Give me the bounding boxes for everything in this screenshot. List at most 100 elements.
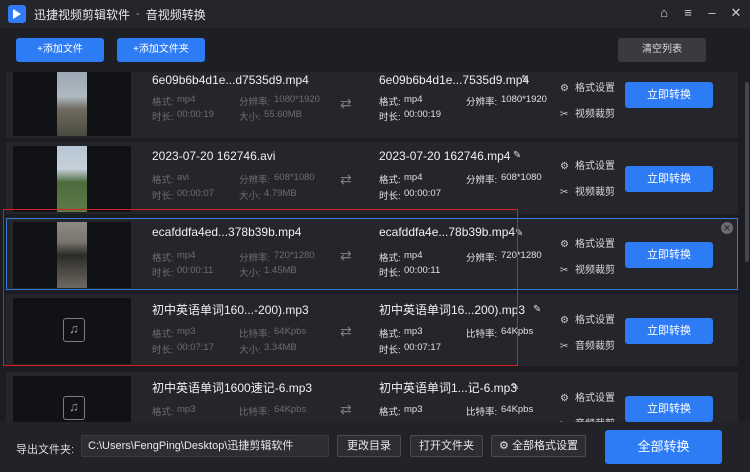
source-duration: 00:00:11 [177, 265, 214, 276]
crop-button[interactable]: ✂ 视频裁剪 [560, 105, 615, 120]
gear-icon: ⚙ [560, 161, 569, 172]
edit-icon[interactable]: ✎ [511, 382, 519, 393]
convert-all-button[interactable]: 全部转换 [605, 430, 722, 464]
remove-file-icon[interactable]: ✕ [721, 222, 733, 234]
format-settings-button[interactable]: ⚙ 格式设置 [560, 235, 615, 250]
file-row[interactable]: ♫ 初中英语单词1600速记-6.mp3 格式: mp3 比特率: 64Kpbs… [6, 372, 738, 428]
clear-list-button[interactable]: 清空列表 [618, 38, 706, 62]
output-bitrate: 64Kpbs [501, 404, 534, 415]
output-duration-label: 时长: [379, 345, 401, 356]
source-file-name: 初中英语单词160...-200).mp3 [152, 303, 309, 317]
source-bitrate-label: 比特率: [239, 407, 271, 418]
output-format-label: 格式: [379, 329, 401, 340]
output-duration: 00:00:11 [404, 265, 441, 276]
source-bitrate: 64Kpbs [274, 326, 307, 337]
video-thumbnail [13, 146, 131, 212]
file-row-selected[interactable]: ecafddfa4ed...378b39b.mp4 格式: mp4 分辨率: 7… [6, 218, 738, 290]
output-format-label: 格式: [379, 97, 401, 108]
source-format: mp3 [177, 404, 196, 415]
convert-now-button[interactable]: 立即转换 [625, 396, 713, 422]
file-row[interactable]: ♫ 初中英语单词160...-200).mp3 格式: mp3 比特率: 64K… [6, 294, 738, 366]
convert-now-button[interactable]: 立即转换 [625, 242, 713, 268]
source-size-label: 大小: [239, 268, 261, 279]
gear-icon: ⚙ [499, 440, 512, 452]
page-title: 音视频转换 [145, 7, 206, 22]
crop-button[interactable]: ✂ 音频裁剪 [560, 337, 615, 352]
all-format-settings-button[interactable]: ⚙ 全部格式设置 [491, 435, 586, 457]
add-file-button[interactable]: +添加文件 [16, 38, 104, 62]
toolbar: +添加文件 +添加文件夹 清空列表 [0, 28, 750, 72]
format-settings-label: 格式设置 [575, 161, 615, 172]
edit-icon[interactable]: ✎ [515, 228, 523, 239]
add-folder-button[interactable]: +添加文件夹 [117, 38, 205, 62]
crop-button[interactable]: ✂ 视频裁剪 [560, 183, 615, 198]
output-res-label: 分辨率: [466, 97, 498, 108]
source-format: mp4 [177, 94, 196, 105]
source-duration-label: 时长: [152, 112, 174, 123]
format-settings-label: 格式设置 [575, 239, 615, 250]
title-bar: 迅捷视频剪辑软件 - 音视频转换 ⌂ ≡ – ✕ [0, 0, 750, 28]
source-format: mp3 [177, 326, 196, 337]
close-icon[interactable]: ✕ [728, 4, 744, 22]
source-format-label: 格式: [152, 253, 174, 264]
output-duration: 00:00:19 [404, 109, 441, 120]
source-res-label: 分辨率: [239, 97, 271, 108]
source-duration-label: 时长: [152, 345, 174, 356]
output-duration-label: 时长: [379, 112, 401, 123]
convert-now-button[interactable]: 立即转换 [625, 318, 713, 344]
output-file-name: 6e09b6b4d1e...7535d9.mp4 [379, 73, 530, 87]
file-row[interactable]: 2023-07-20 162746.avi 格式: avi 分辨率: 608*1… [6, 142, 738, 214]
audio-thumbnail: ♫ [13, 298, 131, 364]
all-format-settings-label: 全部格式设置 [511, 440, 578, 452]
video-thumbnail [13, 72, 131, 136]
source-duration: 00:00:07 [177, 188, 214, 199]
change-directory-button[interactable]: 更改目录 [337, 435, 401, 457]
window-controls: ⌂ ≡ – ✕ [656, 4, 744, 22]
format-settings-button[interactable]: ⚙ 格式设置 [560, 79, 615, 94]
source-size: 55.60MB [264, 109, 303, 120]
convert-now-button[interactable]: 立即转换 [625, 166, 713, 192]
crop-button[interactable]: ✂ 视频裁剪 [560, 261, 615, 276]
convert-now-button[interactable]: 立即转换 [625, 82, 713, 108]
output-format: mp3 [404, 326, 423, 337]
output-res-label: 分辨率: [466, 253, 498, 264]
convert-arrow-icon: ⇄ [340, 247, 352, 263]
crop-label: 视频裁剪 [575, 187, 615, 198]
export-path-field[interactable]: C:\Users\FengPing\Desktop\迅捷剪辑软件 [81, 435, 329, 457]
open-folder-button[interactable]: 打开文件夹 [410, 435, 483, 457]
gear-icon: ⚙ [560, 393, 569, 404]
scissors-icon: ✂ [560, 341, 569, 352]
app-title: 迅捷视频剪辑软件 [34, 7, 131, 22]
edit-icon[interactable]: ✎ [513, 150, 521, 161]
source-duration: 00:00:19 [177, 109, 214, 120]
output-res-label: 分辨率: [466, 175, 498, 186]
minimize-icon[interactable]: – [704, 4, 720, 22]
edit-icon[interactable]: ✎ [521, 74, 529, 85]
source-bitrate: 64Kpbs [274, 404, 307, 415]
source-size-label: 大小: [239, 191, 261, 202]
edit-icon[interactable]: ✎ [533, 304, 541, 315]
convert-arrow-icon: ⇄ [340, 95, 352, 111]
format-settings-button[interactable]: ⚙ 格式设置 [560, 389, 615, 404]
list-scrollbar[interactable] [744, 72, 750, 428]
source-size: 3.34MB [264, 342, 297, 353]
file-row[interactable]: 6e09b6b4d1e...d7535d9.mp4 格式: mp4 分辨率: 1… [6, 72, 738, 138]
output-duration-label: 时长: [379, 268, 401, 279]
crop-label: 视频裁剪 [575, 265, 615, 276]
output-resolution: 608*1080 [501, 172, 542, 183]
export-folder-label: 导出文件夹: [16, 444, 75, 456]
scissors-icon: ✂ [560, 265, 569, 276]
output-format-label: 格式: [379, 407, 401, 418]
scissors-icon: ✂ [560, 187, 569, 198]
output-format-label: 格式: [379, 253, 401, 264]
scrollbar-thumb[interactable] [745, 82, 749, 262]
file-list[interactable]: 6e09b6b4d1e...d7535d9.mp4 格式: mp4 分辨率: 1… [0, 72, 750, 428]
output-file-name: ecafddfa4e...78b39b.mp4 [379, 225, 516, 239]
menu-icon[interactable]: ≡ [680, 4, 696, 22]
format-settings-button[interactable]: ⚙ 格式设置 [560, 157, 615, 172]
gear-icon: ⚙ [560, 239, 569, 250]
format-settings-button[interactable]: ⚙ 格式设置 [560, 311, 615, 326]
home-icon[interactable]: ⌂ [656, 4, 672, 22]
app-logo-icon [8, 5, 26, 23]
source-size: 1.45MB [264, 265, 297, 276]
